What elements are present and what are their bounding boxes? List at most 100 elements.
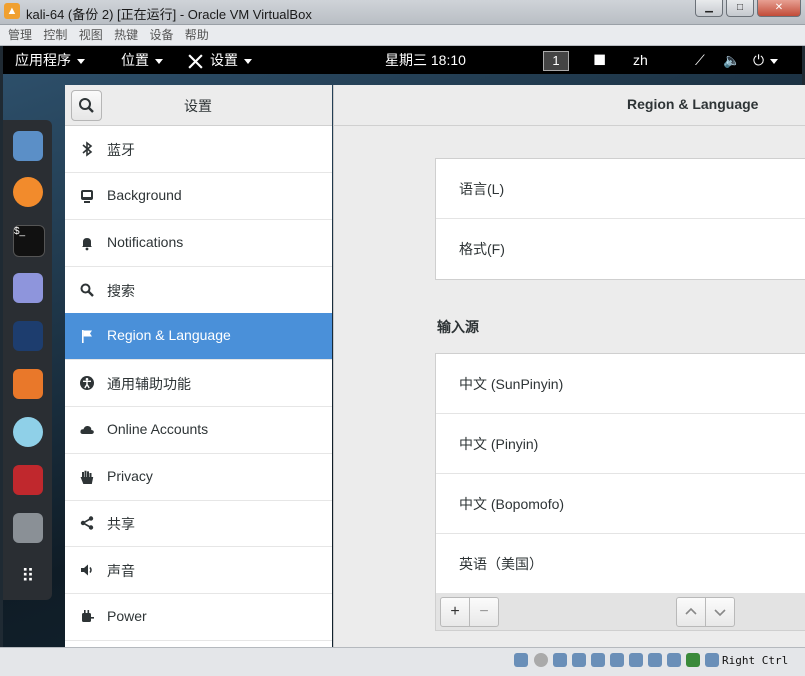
formats-row[interactable]: 格式(F) xyxy=(436,219,805,278)
sidebar-item-background[interactable]: Background xyxy=(65,173,332,220)
menu-manage[interactable]: 管理 xyxy=(8,25,32,45)
sidebar-item-label: 共享 xyxy=(107,516,135,532)
hard-disk-icon[interactable] xyxy=(514,653,528,667)
window-titlebar: ▲ kali-64 (备份 2) [正在运行] - Oracle VM Virt… xyxy=(0,0,805,25)
gnome-topbar: 应用程序 位置 设置 星期三 18:10 1 ◼ zh ⟋ 🔈 ⏻ xyxy=(3,46,802,74)
sidebar-item-label: 声音 xyxy=(107,563,135,579)
input-source-row[interactable]: 中文 (SunPinyin) xyxy=(436,354,805,414)
display-icon[interactable] xyxy=(629,653,643,667)
vm-statusbar: Right Ctrl xyxy=(0,647,805,676)
sidebar-item-power[interactable]: Power xyxy=(65,594,332,641)
minimize-button[interactable]: ▁ xyxy=(695,0,723,17)
workspace-indicator[interactable]: 1 xyxy=(543,51,569,71)
bluetooth-icon xyxy=(82,141,93,157)
search-icon xyxy=(80,283,94,297)
applications-menu[interactable]: 应用程序 xyxy=(15,46,85,74)
background-icon xyxy=(81,190,93,203)
sidebar-item-accessibility[interactable]: 通用辅助功能 xyxy=(65,360,332,407)
input-source-row[interactable]: 英语（美国） xyxy=(436,534,805,593)
input-sources-toolbar: + − xyxy=(435,593,805,631)
speaker-icon xyxy=(81,564,92,576)
settings-icon[interactable] xyxy=(13,513,43,543)
sidebar-item-sharing[interactable]: 共享 xyxy=(65,500,332,547)
sidebar-item-label: 蓝牙 xyxy=(107,142,135,158)
tools-icon xyxy=(188,54,203,69)
search-icon xyxy=(79,98,94,113)
sidebar-item-label: Online Accounts xyxy=(107,421,209,437)
language-row[interactable]: 语言(L) xyxy=(436,159,805,219)
hand-icon xyxy=(80,470,94,484)
window-title: kali-64 (备份 2) [正在运行] - Oracle VM Virtua… xyxy=(26,7,312,22)
input-method-indicator[interactable]: zh xyxy=(633,46,648,74)
sidebar-item-notifications[interactable]: Notifications xyxy=(65,220,332,267)
mouse-integration-icon[interactable] xyxy=(686,653,700,667)
share-icon xyxy=(80,516,94,530)
sidebar-item-label: 通用辅助功能 xyxy=(107,376,191,392)
cloud-icon xyxy=(80,425,94,434)
remove-input-source-button[interactable]: − xyxy=(469,597,499,627)
chevron-up-icon xyxy=(685,607,697,615)
page-title: Region & Language xyxy=(627,96,759,112)
metasploit-icon[interactable] xyxy=(13,321,43,351)
sidebar-item-region-language[interactable]: Region & Language xyxy=(65,313,332,360)
system-menu[interactable]: ⏻ xyxy=(753,46,779,74)
video-capture-icon[interactable] xyxy=(648,653,662,667)
accessibility-icon xyxy=(80,376,94,390)
chevron-down-icon xyxy=(770,58,779,64)
applications-label: 应用程序 xyxy=(15,52,71,68)
sidebar-item-label: Power xyxy=(107,608,147,624)
chevron-down-icon xyxy=(714,609,726,616)
cherrytree-icon[interactable] xyxy=(13,465,43,495)
sidebar-title: 设置 xyxy=(184,98,212,114)
host-key-label: Right Ctrl xyxy=(722,654,789,667)
input-source-row[interactable]: 中文 (Pinyin) xyxy=(436,414,805,474)
vm-menubar: 管理 控制 视图 热键 设备 帮助 xyxy=(0,25,805,46)
optical-drive-icon[interactable] xyxy=(534,653,548,667)
terminal-icon[interactable]: $_ xyxy=(13,225,45,257)
search-button[interactable] xyxy=(71,90,102,121)
sidebar-item-sound[interactable]: 声音 xyxy=(65,547,332,594)
sidebar-item-bluetooth[interactable]: 蓝牙 xyxy=(65,126,332,173)
usb-icon[interactable] xyxy=(591,653,605,667)
input-source-label: 中文 (SunPinyin) xyxy=(459,376,564,392)
input-sources-heading: 输入源 xyxy=(437,319,479,335)
sidebar-item-search[interactable]: 搜索 xyxy=(65,267,332,314)
menu-control[interactable]: 控制 xyxy=(43,25,67,45)
dock: $_ ⠿ xyxy=(3,120,52,600)
menu-view[interactable]: 视图 xyxy=(79,25,103,45)
maximize-button[interactable]: □ xyxy=(726,0,754,17)
burpsuite-icon[interactable] xyxy=(13,369,43,399)
cpu-icon[interactable] xyxy=(667,653,681,667)
move-up-button[interactable] xyxy=(676,597,706,627)
power-icon: ⏻ xyxy=(753,52,765,68)
chevron-down-icon xyxy=(244,58,252,64)
input-source-label: 英语（美国） xyxy=(459,556,543,572)
input-source-row[interactable]: 中文 (Bopomofo) xyxy=(436,474,805,534)
places-menu[interactable]: 位置 xyxy=(121,46,163,74)
sidebar-item-online-accounts[interactable]: Online Accounts xyxy=(65,407,332,454)
menu-help[interactable]: 帮助 xyxy=(185,25,209,45)
clock[interactable]: 星期三 18:10 xyxy=(385,46,466,74)
sidebar-item-privacy[interactable]: Privacy xyxy=(65,454,332,501)
network-adapter-icon[interactable] xyxy=(572,653,586,667)
close-button[interactable]: ✕ xyxy=(757,0,801,17)
input-source-label: 中文 (Bopomofo) xyxy=(459,496,565,512)
settings-sidebar: 蓝牙 Background Notifications 搜索 Region & … xyxy=(65,126,332,647)
sidebar-item-label: 搜索 xyxy=(107,283,135,299)
app-grid-icon[interactable]: ⠿ xyxy=(13,561,43,591)
menu-devices[interactable]: 设备 xyxy=(149,25,173,45)
add-input-source-button[interactable]: + xyxy=(440,597,470,627)
eye-icon[interactable] xyxy=(13,417,43,447)
settings-menu[interactable]: 设置 xyxy=(187,46,252,74)
shared-folders-icon[interactable] xyxy=(610,653,624,667)
video-icon: ◼ xyxy=(593,51,607,68)
chevron-down-icon xyxy=(155,58,163,64)
audio-icon[interactable] xyxy=(553,653,567,667)
keyboard-icon[interactable] xyxy=(705,653,719,667)
text-editor-icon[interactable] xyxy=(13,273,43,303)
move-down-button[interactable] xyxy=(705,597,735,627)
files-icon[interactable] xyxy=(13,131,43,161)
menu-hotkey[interactable]: 热键 xyxy=(114,25,138,45)
firefox-icon[interactable] xyxy=(13,177,43,207)
flag-icon xyxy=(82,330,92,343)
